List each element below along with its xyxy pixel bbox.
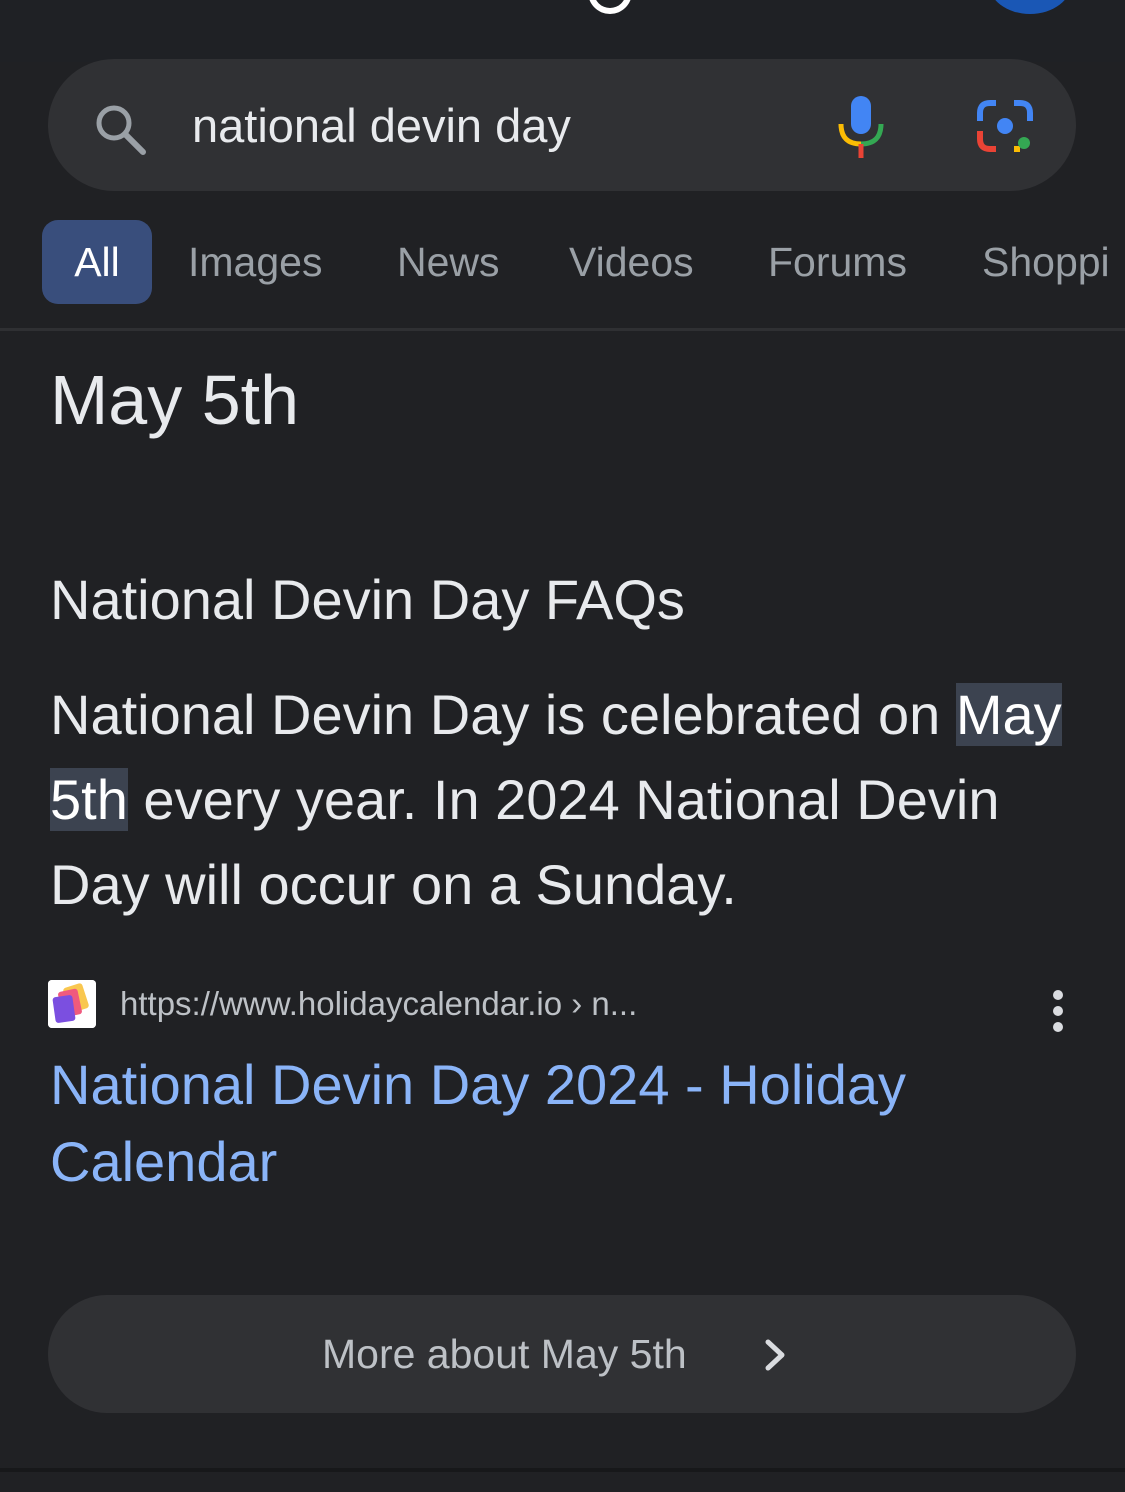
top-bar xyxy=(0,0,1125,62)
result-title-link[interactable]: National Devin Day 2024 - Holiday Calend… xyxy=(50,1046,1050,1200)
search-icon[interactable] xyxy=(90,99,150,159)
snippet-text-after: every year. In 2024 National Devin Day w… xyxy=(50,768,1000,916)
search-tabs: All Images News Videos Forums Shoppi xyxy=(0,220,1125,308)
google-lens-icon[interactable] xyxy=(972,95,1038,157)
chevron-right-icon[interactable] xyxy=(758,1336,792,1374)
tab-all[interactable]: All xyxy=(42,220,152,304)
tab-shopping[interactable]: Shoppi xyxy=(982,220,1110,304)
site-favicon xyxy=(48,980,96,1028)
google-logo-fragment xyxy=(588,0,632,14)
tab-news[interactable]: News xyxy=(397,220,500,304)
tab-forums[interactable]: Forums xyxy=(768,220,907,304)
faq-heading: National Devin Day FAQs xyxy=(50,568,685,631)
tab-videos[interactable]: Videos xyxy=(569,220,694,304)
snippet-text-before: National Devin Day is celebrated on xyxy=(50,683,956,746)
more-about-label[interactable]: More about May 5th xyxy=(322,1328,687,1380)
account-avatar[interactable] xyxy=(988,0,1072,14)
featured-snippet-text: National Devin Day is celebrated on May … xyxy=(50,672,1080,927)
tabs-divider xyxy=(0,328,1125,331)
result-source-url[interactable]: https://www.holidaycalendar.io › n... xyxy=(120,982,637,1026)
more-options-icon[interactable] xyxy=(1040,988,1076,1034)
bottom-divider xyxy=(0,1468,1125,1472)
search-input[interactable]: national devin day xyxy=(192,96,792,156)
tab-images[interactable]: Images xyxy=(188,220,322,304)
microphone-icon[interactable] xyxy=(832,92,890,162)
featured-answer: May 5th xyxy=(50,361,299,439)
